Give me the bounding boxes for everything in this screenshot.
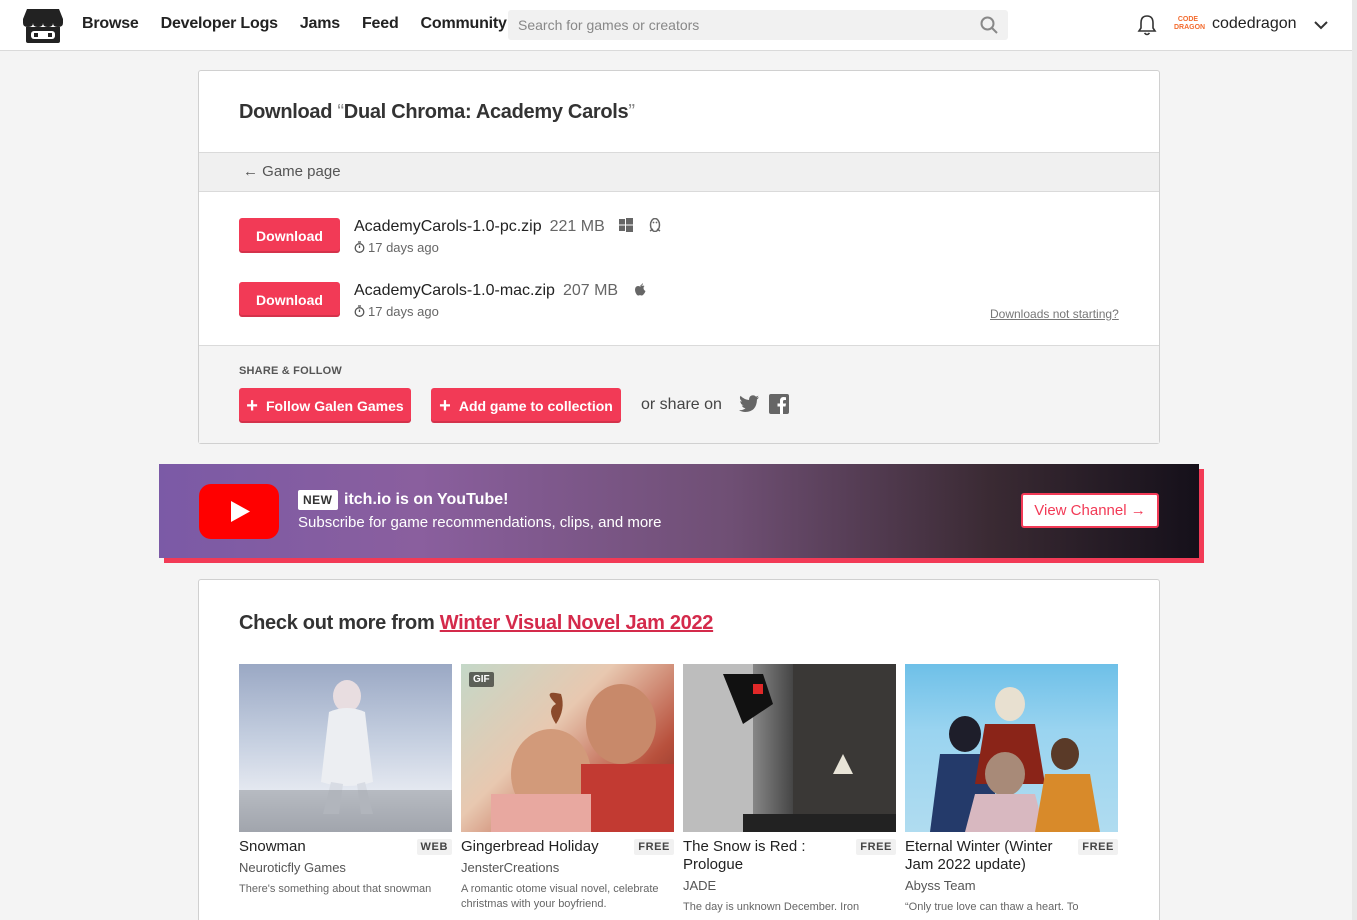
game-page-link[interactable]: ← Game page [243,163,341,180]
itchio-logo-icon[interactable] [23,7,63,43]
game-cell[interactable]: The Snow is Red : Prologue FREE JADE The… [683,664,896,913]
youtube-icon [199,484,279,539]
price-badge: FREE [634,839,674,855]
gif-badge: GIF [469,672,494,687]
file-info: AcademyCarols-1.0-pc.zip 221 MB [354,218,662,236]
game-thumbnail[interactable] [239,664,452,832]
avatar[interactable]: CODE DRAGON [1174,12,1205,38]
file-size: 221 MB [549,218,605,235]
main-nav: Browse Developer Logs Jams Feed Communit… [82,15,507,33]
eternal-winter-art [930,687,1100,832]
bell-icon[interactable] [1137,14,1157,36]
downloads-not-starting-link[interactable]: Downloads not starting? [990,307,1119,321]
snow-is-red-art [683,664,896,832]
apple-icon [634,283,646,296]
new-badge: NEW [298,490,338,510]
nav-browse[interactable]: Browse [82,15,139,33]
game-title[interactable]: Snowman [239,838,404,856]
chevron-down-icon[interactable] [1313,17,1329,33]
game-title: Dual Chroma: Academy Carols [343,101,629,123]
close-quote: ” [628,101,635,123]
game-author[interactable]: JensterCreations [461,860,559,875]
more-title: Check out more from Winter Visual Novel … [239,612,713,635]
file-info: AcademyCarols-1.0-mac.zip 207 MB [354,282,647,300]
stopwatch-icon [354,305,365,317]
game-description: A romantic otome visual novel, celebrate… [461,883,659,910]
facebook-icon[interactable] [769,394,789,414]
back-bar: ← Game page [199,152,1159,192]
game-description: The day is unknown December. Iron [683,901,860,913]
username[interactable]: codedragon [1212,15,1297,33]
game-cell[interactable]: GIF Gingerbread Holiday FREE JensterCrea… [461,664,674,910]
nav-developer-logs[interactable]: Developer Logs [161,15,278,33]
search-input[interactable] [508,10,1008,40]
file-date-text: 17 days ago [368,304,439,319]
download-button[interactable]: Download [239,218,340,253]
game-cell[interactable]: Snowman WEB Neuroticfly Games There's so… [239,664,452,895]
windows-icon [619,218,634,232]
youtube-title: itch.io is on YouTube! [344,491,509,508]
game-description: “Only true love can thaw a heart. To [905,901,1079,913]
game-description: There's something about that snowman [239,883,432,895]
file-date-text: 17 days ago [368,240,439,255]
more-from-jam-panel: Check out more from Winter Visual Novel … [198,579,1160,920]
linux-icon [649,218,661,232]
plus-icon: + [246,394,258,417]
stopwatch-icon [354,241,365,253]
twitter-icon[interactable] [739,395,759,413]
scrollbar[interactable] [1352,0,1357,920]
price-badge: FREE [1078,839,1118,855]
nav-community[interactable]: Community [421,15,507,33]
price-badge: FREE [856,839,896,855]
price-badge: WEB [416,839,452,855]
page-title: Download “Dual Chroma: Academy Carols” [239,101,635,124]
search-icon[interactable] [980,16,998,34]
search-box [508,10,1008,40]
share-bar: SHARE & FOLLOW + Follow Galen Games + Add … [199,345,1159,443]
game-thumbnail[interactable] [905,664,1118,832]
top-bar: Browse Developer Logs Jams Feed Communit… [0,0,1357,51]
file-date: 17 days ago [354,240,439,255]
title-prefix: Download [239,101,333,123]
jam-link[interactable]: Winter Visual Novel Jam 2022 [440,612,714,634]
add-to-collection-button[interactable]: + Add game to collection [431,388,621,423]
collection-label: Add game to collection [458,397,613,414]
file-size: 207 MB [562,282,619,299]
snowman-art [239,680,452,832]
game-thumbnail[interactable]: GIF [461,664,674,832]
follow-label: Follow Galen Games [265,397,404,414]
file-date: 17 days ago [354,304,439,319]
plus-icon: + [439,394,451,417]
game-title[interactable]: Eternal Winter (Winter Jam 2022 update) [905,838,1070,874]
game-author[interactable]: Abyss Team [905,878,976,893]
game-thumbnail[interactable] [683,664,896,832]
share-on-label: or share on [641,396,722,413]
download-button[interactable]: Download [239,282,340,317]
youtube-banner: NEW itch.io is on YouTube! Subscribe for… [159,464,1199,558]
game-author[interactable]: JADE [683,878,716,893]
file-name: AcademyCarols-1.0-mac.zip [354,282,555,299]
nav-feed[interactable]: Feed [362,15,399,33]
more-prefix: Check out more from [239,612,435,634]
view-channel-button[interactable]: View Channel → [1021,493,1159,528]
download-panel: Download “Dual Chroma: Academy Carols” ←… [198,70,1160,444]
file-name: AcademyCarols-1.0-pc.zip [354,218,542,235]
game-cell[interactable]: Eternal Winter (Winter Jam 2022 update) … [905,664,1118,913]
game-author[interactable]: Neuroticfly Games [239,860,346,875]
game-title[interactable]: The Snow is Red : Prologue [683,838,848,874]
share-label: SHARE & FOLLOW [239,365,343,377]
gingerbread-art [491,684,674,832]
youtube-subtitle: Subscribe for game recommendations, clip… [298,514,662,531]
nav-jams[interactable]: Jams [300,15,340,33]
game-title[interactable]: Gingerbread Holiday [461,838,626,856]
follow-button[interactable]: + Follow Galen Games [239,388,411,423]
